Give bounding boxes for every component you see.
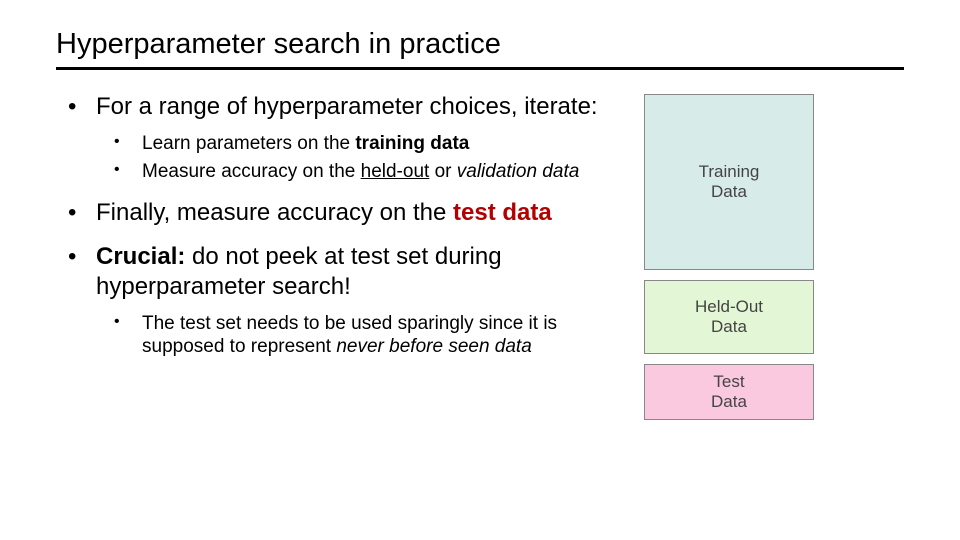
bullet-finally-bold: test data — [453, 199, 552, 226]
subbullet-sparingly-italic: never before seen data — [336, 336, 531, 357]
subbullet-measure-mid: or — [429, 161, 456, 182]
subbullet-learn-pre: Learn parameters on the — [142, 133, 355, 154]
training-data-label: Training Data — [699, 162, 760, 203]
test-data-label: Test Data — [711, 372, 747, 413]
test-data-box: Test Data — [644, 364, 814, 420]
slide-title: Hyperparameter search in practice — [56, 28, 904, 70]
bullet-iterate: For a range of hyperparameter choices, i… — [56, 92, 626, 184]
subbullet-measure-italic: validation data — [457, 161, 580, 182]
bullet-finally: Finally, measure accuracy on the test da… — [56, 198, 626, 228]
bullet-crucial: Crucial: do not peek at test set during … — [56, 242, 626, 360]
slide: Hyperparameter search in practice For a … — [0, 0, 960, 540]
subbullet-measure-pre: Measure accuracy on the — [142, 161, 361, 182]
heldout-data-box: Held-Out Data — [644, 280, 814, 354]
bullet-crucial-lead: Crucial: — [96, 243, 185, 270]
subbullet-measure-underline: held-out — [361, 161, 430, 182]
heldout-data-label: Held-Out Data — [695, 297, 763, 338]
subbullet-sparingly: The test set needs to be used sparingly … — [96, 312, 626, 360]
slide-body: For a range of hyperparameter choices, i… — [56, 92, 904, 420]
bullet-finally-pre: Finally, measure accuracy on the — [96, 199, 453, 226]
data-split-diagram: Training Data Held-Out Data Test Data — [644, 92, 814, 420]
training-data-box: Training Data — [644, 94, 814, 270]
bullet-content: For a range of hyperparameter choices, i… — [56, 92, 626, 373]
subbullet-measure: Measure accuracy on the held-out or vali… — [96, 160, 626, 184]
subbullet-learn: Learn parameters on the training data — [96, 132, 626, 156]
bullet-iterate-text: For a range of hyperparameter choices, i… — [96, 93, 598, 120]
subbullet-learn-bold: training data — [355, 133, 469, 154]
